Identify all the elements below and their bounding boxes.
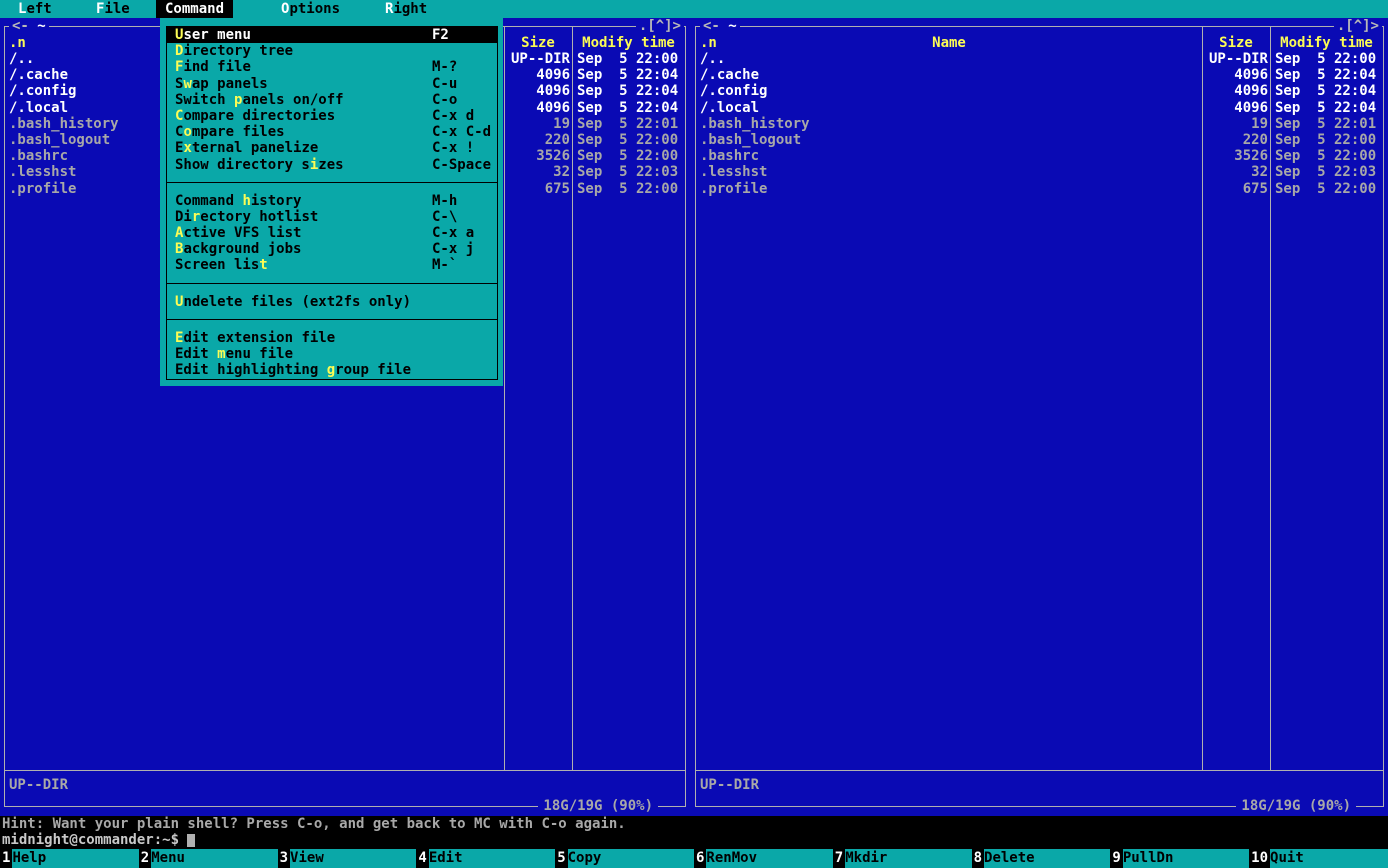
column-header-mtime[interactable]: Modify time — [1270, 35, 1383, 51]
shortcut-label: C-\ — [432, 209, 497, 225]
menu-separator — [167, 274, 497, 294]
file-list: /..UP--DIRSep 5 22:00 /.cache4096Sep 5 2… — [696, 51, 1383, 197]
panel-path[interactable]: <- ~ — [700, 18, 740, 35]
mini-status: UP--DIR — [9, 777, 68, 793]
key-f4-edit[interactable]: 4Edit — [416, 849, 555, 868]
file-row[interactable]: /.cache4096Sep 5 22:04 — [696, 67, 1383, 83]
menu-item-edit-extension-file[interactable]: Edit extension file — [167, 330, 497, 346]
key-f2-menu[interactable]: 2Menu — [139, 849, 278, 868]
menu-item-compare-files[interactable]: Compare filesC-x C-d — [167, 124, 497, 140]
menu-item-directory-hotlist[interactable]: Directory hotlistC-\ — [167, 209, 497, 225]
menubar-item-left[interactable]: Left — [18, 0, 52, 18]
panel-path[interactable]: <- ~ — [9, 18, 49, 35]
disk-usage: 18G/19G (90%) — [1236, 798, 1356, 814]
key-f6-renmov[interactable]: 6RenMov — [694, 849, 833, 868]
shortcut-label — [432, 346, 497, 362]
menu-item-command-history[interactable]: Command historyM-h — [167, 193, 497, 209]
hint-line: Hint: Want your plain shell? Press C-o, … — [0, 816, 1388, 832]
history-back-icon[interactable]: <- — [703, 18, 720, 34]
shortcut-label — [432, 330, 497, 346]
prompt-cursor — [187, 834, 195, 847]
shortcut-label: C-x a — [432, 225, 497, 241]
current-path: ~ — [728, 18, 736, 34]
menu-item-find-file[interactable]: Find fileM-? — [167, 59, 497, 75]
panel-up-icon[interactable]: .[^]> — [1334, 18, 1382, 35]
shortcut-label — [432, 362, 497, 378]
shortcut-label: C-o — [432, 92, 497, 108]
menu-item-screen-list[interactable]: Screen listM-` — [167, 257, 497, 273]
shortcut-label — [432, 294, 497, 310]
mc-screen: Left File Command Options Right <- ~ .[^… — [0, 0, 1388, 868]
shortcut-label: C-Space — [432, 157, 497, 173]
key-f3-view[interactable]: 3View — [278, 849, 417, 868]
menu-item-compare-directories[interactable]: Compare directoriesC-x d — [167, 108, 497, 124]
file-row[interactable]: .bash_logout220Sep 5 22:00 — [696, 132, 1383, 148]
menu-item-show-directory-sizes[interactable]: Show directory sizesC-Space — [167, 157, 497, 173]
shortcut-label — [432, 43, 497, 59]
shortcut-label: C-x C-d — [432, 124, 497, 140]
menu-item-user-menu[interactable]: User menuF2 — [167, 27, 497, 43]
file-row[interactable]: /..UP--DIRSep 5 22:00 — [696, 51, 1383, 67]
shell-prompt[interactable]: midnight@commander:~$ — [0, 832, 1388, 849]
key-f9-pulldn[interactable]: 9PullDn — [1110, 849, 1249, 868]
column-header-mtime[interactable]: Modify time — [572, 35, 685, 51]
workspace: <- ~ .[^]> .n Name Size Modify time /..U… — [0, 18, 1388, 816]
file-row[interactable]: /.local4096Sep 5 22:04 — [696, 100, 1383, 116]
menu-separator — [167, 310, 497, 330]
dropdown-border: User menuF2 Directory tree Find fileM-? … — [166, 26, 498, 380]
file-row[interactable]: .bashrc3526Sep 5 22:00 — [696, 148, 1383, 164]
panel-header: .n Name Size Modify time — [696, 35, 1383, 51]
menu-item-switch-panels[interactable]: Switch panels on/offC-o — [167, 92, 497, 108]
file-row[interactable]: .lesshst32Sep 5 22:03 — [696, 164, 1383, 180]
shortcut-label: M-` — [432, 257, 497, 273]
key-f8-delete[interactable]: 8Delete — [972, 849, 1111, 868]
menu-item-background-jobs[interactable]: Background jobsC-x j — [167, 241, 497, 257]
command-dropdown-menu: User menuF2 Directory tree Find fileM-? … — [160, 18, 503, 386]
menu-item-directory-tree[interactable]: Directory tree — [167, 43, 497, 59]
key-f7-mkdir[interactable]: 7Mkdir — [833, 849, 972, 868]
key-f1-help[interactable]: 1Help — [0, 849, 139, 868]
menu-item-swap-panels[interactable]: Swap panelsC-u — [167, 76, 497, 92]
menu-item-undelete-files[interactable]: Undelete files (ext2fs only) — [167, 294, 497, 310]
file-row[interactable]: .bash_history19Sep 5 22:01 — [696, 116, 1383, 132]
shortcut-label: C-u — [432, 76, 497, 92]
shortcut-label: C-x d — [432, 108, 497, 124]
column-header-size[interactable]: Size — [1202, 35, 1270, 51]
file-panel-right: <- ~ .[^]> .n Name Size Modify time /..U… — [695, 18, 1384, 816]
key-f10-quit[interactable]: 10Quit — [1249, 849, 1388, 868]
menubar-item-command[interactable]: Command — [156, 0, 233, 18]
menubar-item-file[interactable]: File — [96, 0, 130, 18]
column-header-size[interactable]: Size — [504, 35, 572, 51]
history-back-icon[interactable]: <- — [12, 18, 29, 34]
menu-bar: Left File Command Options Right — [0, 0, 1388, 18]
shortcut-label: C-x ! — [432, 140, 497, 156]
file-row[interactable]: /.config4096Sep 5 22:04 — [696, 83, 1383, 99]
shortcut-label: M-? — [432, 59, 497, 75]
mini-status: UP--DIR — [700, 777, 759, 793]
menu-separator — [167, 173, 497, 193]
menu-item-edit-menu-file[interactable]: Edit menu file — [167, 346, 497, 362]
menubar-item-options[interactable]: Options — [281, 0, 340, 18]
disk-usage: 18G/19G (90%) — [538, 798, 658, 814]
menu-item-edit-highlighting-group-file[interactable]: Edit highlighting group file — [167, 362, 497, 378]
prompt-text: midnight@commander:~$ — [2, 832, 179, 848]
current-path: ~ — [37, 18, 45, 34]
column-header-name[interactable]: Name — [696, 35, 1202, 51]
file-row[interactable]: .profile675Sep 5 22:00 — [696, 181, 1383, 197]
mini-status-divider — [696, 770, 1383, 771]
function-key-bar: 1Help 2Menu 3View 4Edit 5Copy 6RenMov 7M… — [0, 849, 1388, 868]
menu-item-external-panelize[interactable]: External panelizeC-x ! — [167, 140, 497, 156]
mini-status-divider — [5, 770, 685, 771]
shortcut-label: F2 — [432, 27, 497, 43]
shortcut-label: M-h — [432, 193, 497, 209]
panel-up-icon[interactable]: .[^]> — [636, 18, 684, 35]
shortcut-label: C-x j — [432, 241, 497, 257]
menubar-item-right[interactable]: Right — [385, 0, 427, 18]
key-f5-copy[interactable]: 5Copy — [555, 849, 694, 868]
menu-item-active-vfs-list[interactable]: Active VFS listC-x a — [167, 225, 497, 241]
